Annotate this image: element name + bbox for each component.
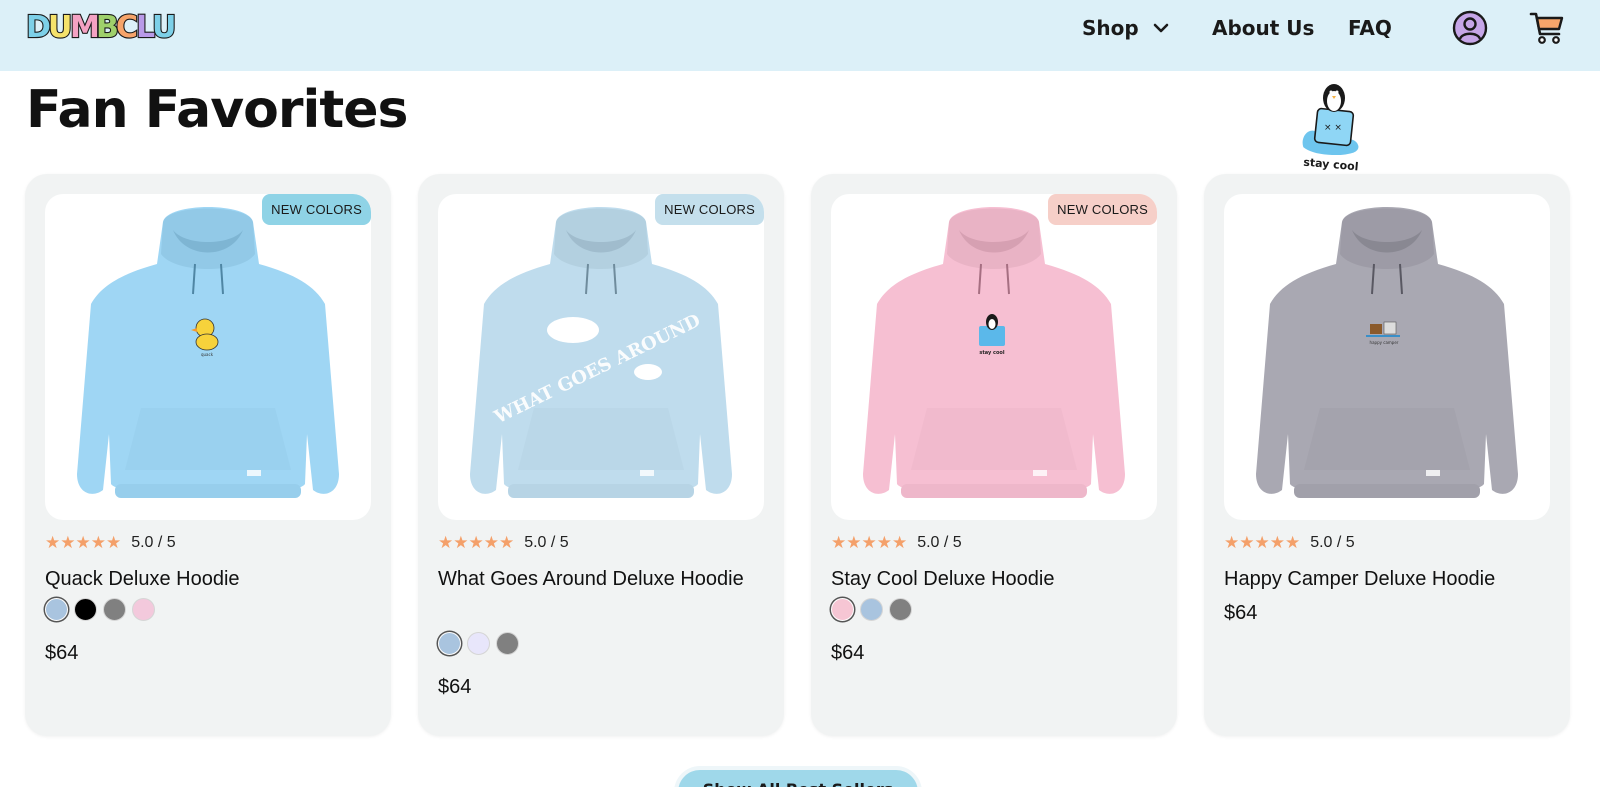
product-card[interactable]: quack NEW COLORS ★★★★★ 5.0 / 5 Quack Deluxe … <box>25 174 391 736</box>
product-name[interactable]: Happy Camper Deluxe Hoodie <box>1224 562 1544 596</box>
color-swatch[interactable] <box>831 598 854 621</box>
account-icon[interactable] <box>1452 10 1488 46</box>
nav-faq-label: FAQ <box>1348 16 1392 40</box>
svg-text:U: U <box>152 10 176 44</box>
product-name[interactable]: What Goes Around Deluxe Hoodie <box>438 562 758 596</box>
section-title: Fan Favorites <box>26 80 408 140</box>
nav-faq[interactable]: FAQ <box>1348 14 1392 42</box>
svg-text:C: C <box>116 10 138 44</box>
product-image[interactable]: stay cool NEW COLORS <box>831 194 1157 520</box>
penguin-sticker: × × stay cool <box>1299 84 1362 172</box>
color-swatch[interactable] <box>496 632 519 655</box>
product-price: $64 <box>831 642 865 664</box>
product-rating: ★★★★★ 5.0 / 5 <box>45 532 176 554</box>
hoodie-illustration: quack <box>77 207 339 498</box>
color-swatches <box>831 598 912 621</box>
hoodie-illustration: stay cool <box>863 207 1125 498</box>
product-image[interactable]: quack NEW COLORS <box>45 194 371 520</box>
sticker-caption: stay cool <box>1303 156 1359 172</box>
dumbclub-logo[interactable]: D U M B C L U B <box>24 4 180 44</box>
color-swatch[interactable] <box>103 598 126 621</box>
color-swatches <box>45 598 155 621</box>
color-swatch[interactable] <box>438 632 461 655</box>
new-colors-badge: NEW COLORS <box>655 194 764 225</box>
svg-text:U: U <box>48 10 72 44</box>
product-price: $64 <box>45 642 79 664</box>
color-swatch[interactable] <box>45 598 68 621</box>
product-rating: ★★★★★ 5.0 / 5 <box>1224 532 1355 554</box>
show-all-best-sellers-button[interactable]: Show All Best Sellers <box>678 770 918 787</box>
product-rating: ★★★★★ 5.0 / 5 <box>831 532 962 554</box>
nav-shop[interactable]: Shop <box>1082 14 1171 42</box>
star-rating-icon: ★★★★★ <box>831 533 908 553</box>
star-rating-icon: ★★★★★ <box>438 533 515 553</box>
site-header: D U M B C L U B Shop About Us FAQ <box>0 0 1600 71</box>
nav-about-us[interactable]: About Us <box>1212 14 1314 42</box>
print-text: happy camper <box>1370 340 1399 345</box>
rating-value: 5.0 / 5 <box>917 534 962 551</box>
product-price: $64 <box>438 676 472 698</box>
color-swatch[interactable] <box>889 598 912 621</box>
product-card[interactable]: stay cool NEW COLORS ★★★★★ 5.0 / 5 Stay Cool… <box>811 174 1177 736</box>
star-rating-icon: ★★★★★ <box>45 533 122 553</box>
nav-about-label: About Us <box>1212 16 1315 40</box>
star-rating-icon: ★★★★★ <box>1224 533 1301 553</box>
color-swatch[interactable] <box>74 598 97 621</box>
rating-value: 5.0 / 5 <box>131 534 176 551</box>
print-text: stay cool <box>979 350 1004 356</box>
color-swatch[interactable] <box>467 632 490 655</box>
product-price: $64 <box>1224 602 1258 624</box>
product-rating: ★★★★★ 5.0 / 5 <box>438 532 569 554</box>
rating-value: 5.0 / 5 <box>1310 534 1355 551</box>
new-colors-badge: NEW COLORS <box>262 194 371 225</box>
color-swatches <box>438 632 519 655</box>
color-swatch[interactable] <box>132 598 155 621</box>
hoodie-illustration: happy camper <box>1256 207 1518 498</box>
nav-shop-label: Shop <box>1082 16 1139 40</box>
print-text: quack <box>201 352 214 357</box>
svg-text:× ×: × × <box>1324 123 1342 133</box>
product-image[interactable]: happy camper <box>1224 194 1550 520</box>
cart-icon[interactable] <box>1528 8 1566 46</box>
product-name[interactable]: Quack Deluxe Hoodie <box>45 562 365 596</box>
hoodie-illustration: WHAT GOES AROUND <box>470 207 732 498</box>
product-card[interactable]: WHAT GOES AROUND NEW COLORS ★★★★★ 5.0 / 5 Wh… <box>418 174 784 736</box>
color-swatch[interactable] <box>860 598 883 621</box>
chevron-down-icon <box>1153 23 1169 33</box>
product-card[interactable]: happy camper ★★★★★ 5.0 / 5 Happy Camper Del… <box>1204 174 1570 736</box>
new-colors-badge: NEW COLORS <box>1048 194 1157 225</box>
product-image[interactable]: WHAT GOES AROUND NEW COLORS <box>438 194 764 520</box>
product-name[interactable]: Stay Cool Deluxe Hoodie <box>831 562 1151 596</box>
rating-value: 5.0 / 5 <box>524 534 569 551</box>
